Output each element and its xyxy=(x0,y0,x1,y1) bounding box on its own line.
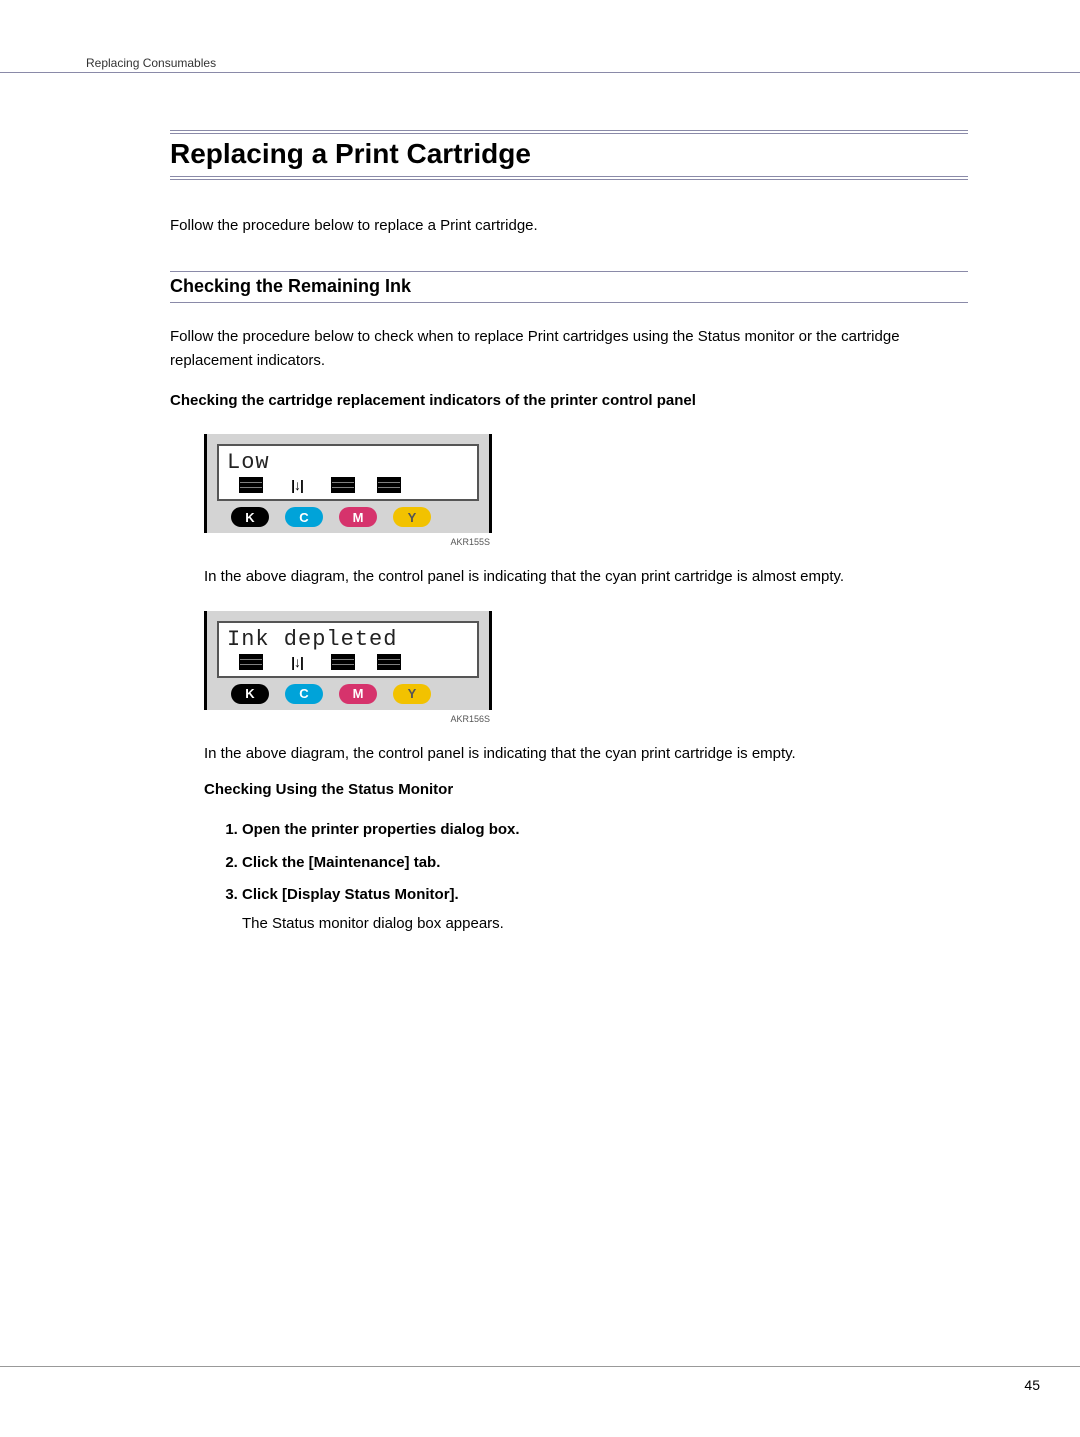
content-area: Replacing a Print Cartridge Follow the p… xyxy=(170,130,968,945)
step-item: Click the [Maintenance] tab. xyxy=(242,852,968,875)
step-text: Click the [Maintenance] tab. xyxy=(242,854,440,871)
page-number: 45 xyxy=(1024,1377,1040,1393)
page-header: Replacing Consumables xyxy=(0,45,1080,73)
ink-level-full-icon xyxy=(377,477,401,493)
title-rule: Replacing a Print Cartridge xyxy=(170,130,968,180)
intro-paragraph: Follow the procedure below to replace a … xyxy=(170,214,968,237)
step-item: Open the printer properties dialog box. xyxy=(242,819,968,842)
ink-level-full-icon xyxy=(331,477,355,493)
cartridge-label-k: K xyxy=(231,507,269,527)
section-paragraph: Follow the procedure below to check when… xyxy=(170,325,968,372)
cartridge-labels: K C M Y xyxy=(217,684,479,704)
cartridge-label-k: K xyxy=(231,684,269,704)
diagram-frame: Low K C M Y xyxy=(204,434,492,533)
ink-level-icons xyxy=(227,475,469,493)
subsection-heading: Checking Using the Status Monitor xyxy=(204,779,968,802)
step-item: Click [Display Status Monitor]. The Stat… xyxy=(242,884,968,935)
ink-level-full-icon xyxy=(239,477,263,493)
lcd-screen: Ink depleted xyxy=(217,621,479,678)
lcd-screen: Low xyxy=(217,444,479,501)
cartridge-label-c: C xyxy=(285,507,323,527)
step-text: Click [Display Status Monitor]. xyxy=(242,886,459,903)
breadcrumb: Replacing Consumables xyxy=(86,56,216,70)
control-panel-diagram-depleted: Ink depleted K C M Y AKR156S xyxy=(204,611,492,724)
lcd-text: Ink depleted xyxy=(227,627,469,652)
lcd-text: Low xyxy=(227,450,469,475)
control-panel-diagram-low: Low K C M Y AKR155S xyxy=(204,434,492,547)
document-page: Replacing Consumables Replacing a Print … xyxy=(0,0,1080,1437)
diagram-caption: In the above diagram, the control panel … xyxy=(204,742,968,765)
ink-level-full-icon xyxy=(331,654,355,670)
cartridge-label-c: C xyxy=(285,684,323,704)
footer-rule xyxy=(0,1366,1080,1367)
ink-level-icons xyxy=(227,652,469,670)
section-rule: Checking the Remaining Ink xyxy=(170,271,968,303)
procedure-steps: Open the printer properties dialog box. … xyxy=(224,819,968,935)
cartridge-label-y: Y xyxy=(393,684,431,704)
diagram-code: AKR155S xyxy=(204,537,492,547)
cartridge-label-y: Y xyxy=(393,507,431,527)
section-heading: Checking the Remaining Ink xyxy=(170,276,968,297)
cartridge-labels: K C M Y xyxy=(217,507,479,527)
subsection-heading: Checking the cartridge replacement indic… xyxy=(170,390,968,413)
diagram-code: AKR156S xyxy=(204,714,492,724)
cartridge-label-m: M xyxy=(339,684,377,704)
ink-level-low-icon xyxy=(285,654,309,670)
ink-level-full-icon xyxy=(377,654,401,670)
ink-level-low-icon xyxy=(285,477,309,493)
diagram-caption: In the above diagram, the control panel … xyxy=(204,565,968,588)
diagram-frame: Ink depleted K C M Y xyxy=(204,611,492,710)
step-text: Open the printer properties dialog box. xyxy=(242,821,520,838)
step-subtext: The Status monitor dialog box appears. xyxy=(242,913,968,936)
page-title: Replacing a Print Cartridge xyxy=(170,138,968,170)
ink-level-full-icon xyxy=(239,654,263,670)
cartridge-label-m: M xyxy=(339,507,377,527)
